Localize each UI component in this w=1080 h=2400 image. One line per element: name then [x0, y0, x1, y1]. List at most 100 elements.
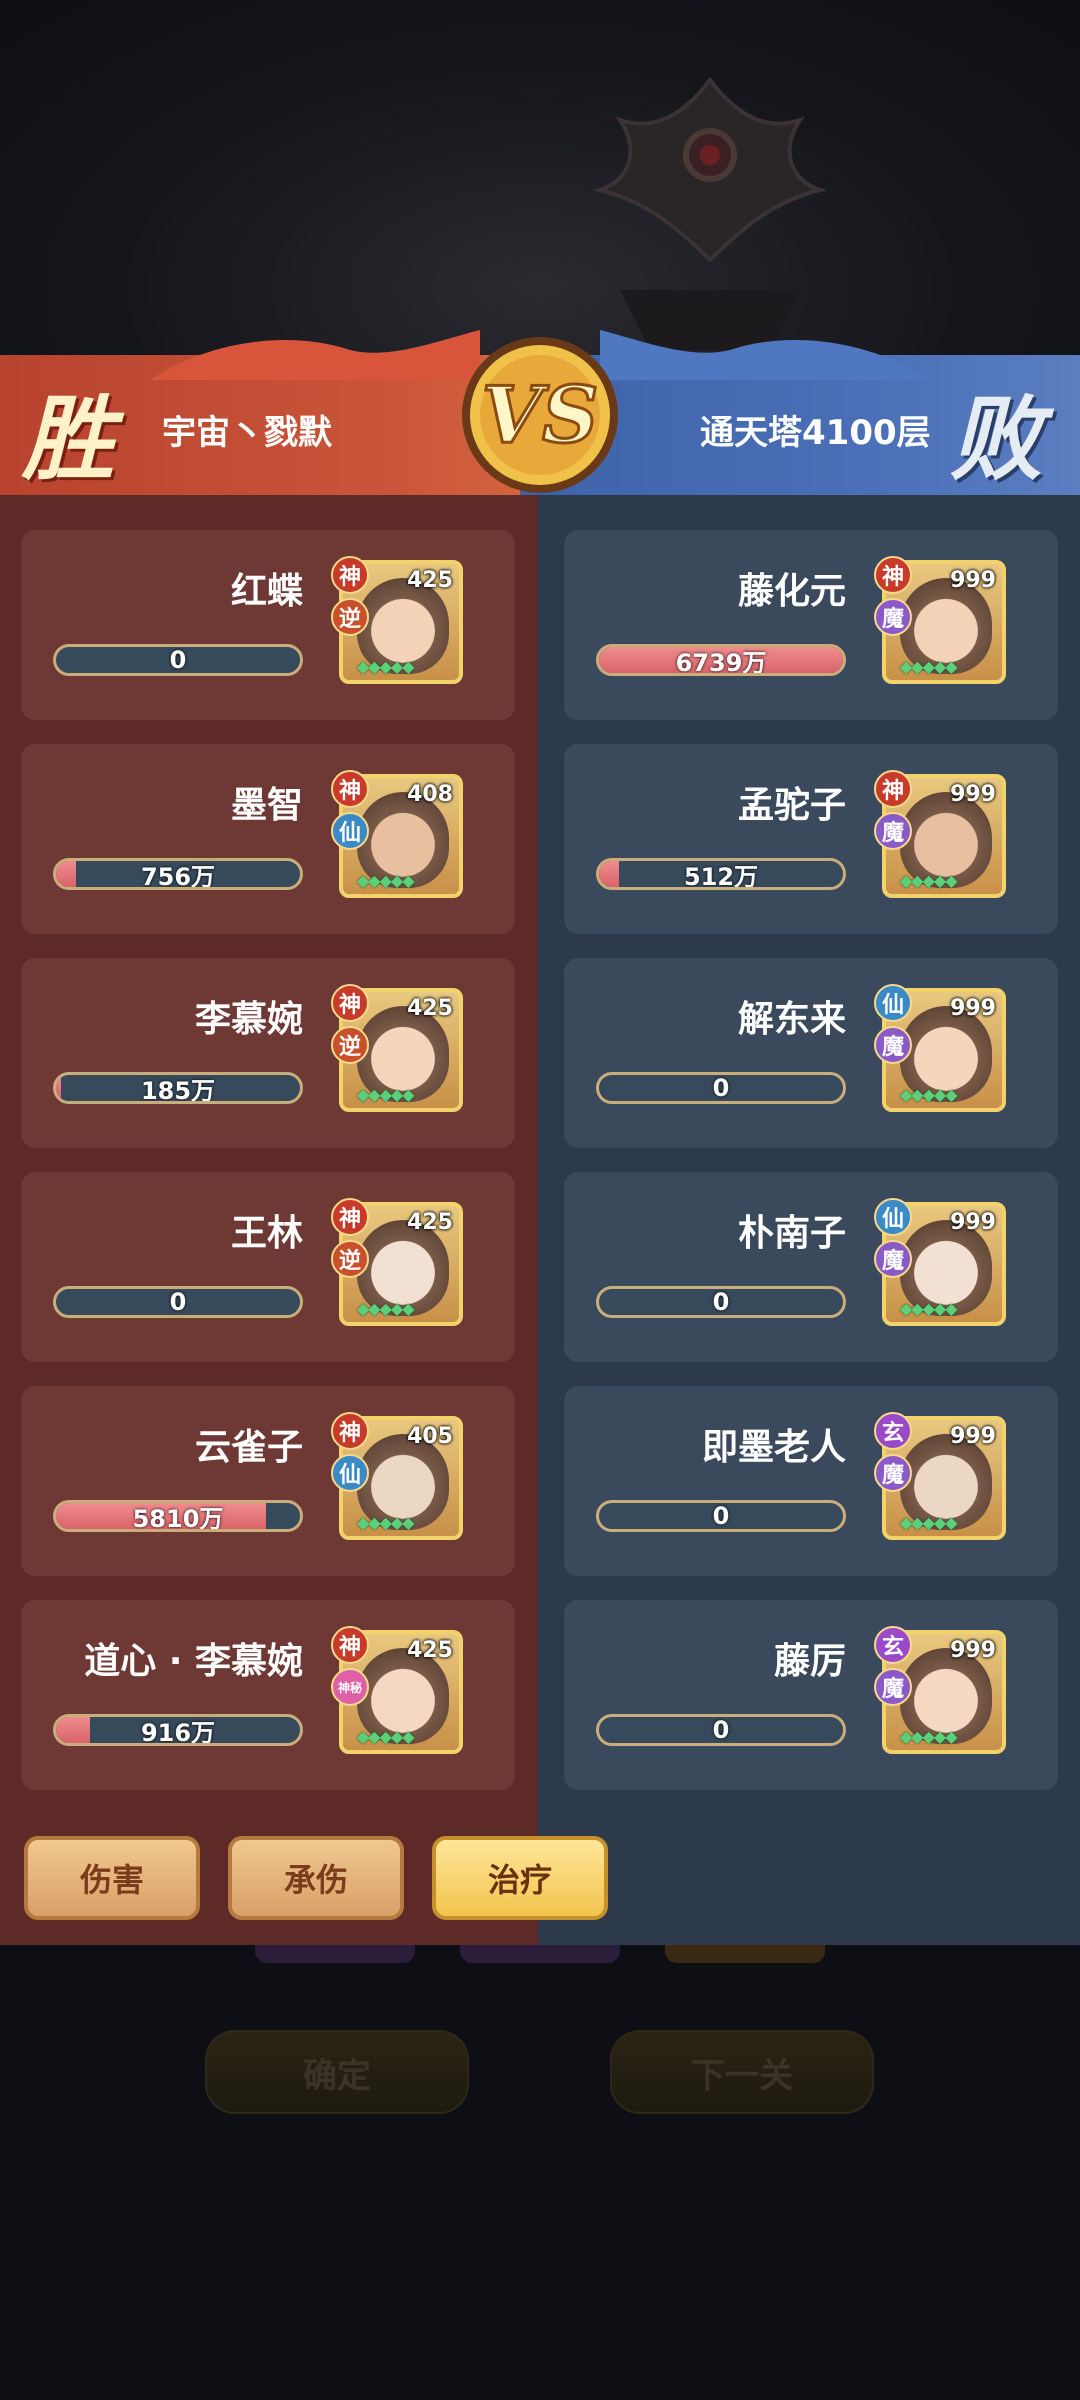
hero-level: 999 — [950, 996, 996, 1021]
hero-portrait[interactable]: 425 神神秘 ◆◆◆◆◆ — [331, 1626, 463, 1754]
stat-bar: 185万 — [53, 1072, 303, 1104]
hero-portrait[interactable]: 425 神逆 ◆◆◆◆◆ — [331, 1198, 463, 1326]
tab-damage[interactable]: 伤害 — [24, 1836, 200, 1920]
star-rating-icon: ◆◆◆◆◆ — [357, 1085, 415, 1104]
red-flame-decoration — [150, 330, 480, 380]
hero-name: 红蝶 — [230, 571, 303, 612]
hero-portrait[interactable]: 999 玄魔 ◆◆◆◆◆ — [874, 1412, 1006, 1540]
hero-portrait[interactable]: 425 神逆 ◆◆◆◆◆ — [331, 984, 463, 1112]
hero-level: 999 — [950, 1638, 996, 1663]
rank-badge-icon: 仙 — [874, 984, 912, 1022]
rank-badge-icon: 神 — [331, 556, 369, 594]
winner-hero-card[interactable]: 墨智 756万 408 神仙 ◆◆◆◆◆ — [21, 744, 515, 934]
loser-hero-card[interactable]: 朴南子 0 999 仙魔 ◆◆◆◆◆ — [564, 1172, 1058, 1362]
tab-damage-taken[interactable]: 承伤 — [228, 1836, 404, 1920]
hero-portrait[interactable]: 408 神仙 ◆◆◆◆◆ — [331, 770, 463, 898]
stat-bar: 512万 — [596, 858, 846, 890]
stat-bar: 5810万 — [53, 1500, 303, 1532]
stat-value: 185万 — [140, 1076, 216, 1104]
winner-hero-card[interactable]: 李慕婉 185万 425 神逆 ◆◆◆◆◆ — [21, 958, 515, 1148]
hero-level: 425 — [407, 1210, 453, 1235]
hero-level: 999 — [950, 1210, 996, 1235]
faction-badge-icon: 魔 — [874, 598, 912, 636]
stat-bar: 0 — [596, 1714, 846, 1746]
stat-value: 6739万 — [675, 648, 767, 676]
hidden-tab — [460, 1945, 620, 1963]
stat-bar: 0 — [596, 1286, 846, 1318]
rank-badge-icon: 神 — [331, 1412, 369, 1450]
hero-level: 425 — [407, 568, 453, 593]
stat-value: 0 — [712, 1716, 730, 1744]
loser-hero-card[interactable]: 孟驼子 512万 999 神魔 ◆◆◆◆◆ — [564, 744, 1058, 934]
star-rating-icon: ◆◆◆◆◆ — [900, 1727, 958, 1746]
faction-badge-icon: 仙 — [331, 1454, 369, 1492]
stat-value: 0 — [712, 1074, 730, 1102]
faction-badge-icon: 仙 — [331, 812, 369, 850]
rank-badge-icon: 仙 — [874, 1198, 912, 1236]
rank-badge-icon: 神 — [331, 1198, 369, 1236]
hero-level: 408 — [407, 782, 453, 807]
winner-hero-card[interactable]: 红蝶 0 425 神逆 ◆◆◆◆◆ — [21, 530, 515, 720]
hero-name: 朴南子 — [737, 1213, 846, 1254]
battle-background — [0, 0, 1080, 360]
faction-badge-icon: 魔 — [874, 1026, 912, 1064]
loser-hero-card[interactable]: 藤厉 0 999 玄魔 ◆◆◆◆◆ — [564, 1600, 1058, 1790]
rank-badge-icon: 神 — [874, 556, 912, 594]
rank-badge-icon: 玄 — [874, 1626, 912, 1664]
hero-portrait[interactable]: 999 仙魔 ◆◆◆◆◆ — [874, 984, 1006, 1112]
hero-portrait[interactable]: 999 仙魔 ◆◆◆◆◆ — [874, 1198, 1006, 1326]
faction-badge-icon: 魔 — [874, 1668, 912, 1706]
hero-portrait[interactable]: 425 神逆 ◆◆◆◆◆ — [331, 556, 463, 684]
loser-hero-card[interactable]: 解东来 0 999 仙魔 ◆◆◆◆◆ — [564, 958, 1058, 1148]
boss-emblem-icon — [592, 76, 828, 350]
star-rating-icon: ◆◆◆◆◆ — [357, 657, 415, 676]
stat-value: 512万 — [683, 862, 759, 890]
hero-level: 425 — [407, 996, 453, 1021]
star-rating-icon: ◆◆◆◆◆ — [900, 1513, 958, 1532]
winner-hero-card[interactable]: 云雀子 5810万 405 神仙 ◆◆◆◆◆ — [21, 1386, 515, 1576]
stat-bar: 0 — [596, 1072, 846, 1104]
defeat-label: 败 — [950, 385, 1043, 493]
faction-badge-icon: 逆 — [331, 1026, 369, 1064]
hero-level: 999 — [950, 568, 996, 593]
hero-portrait[interactable]: 999 神魔 ◆◆◆◆◆ — [874, 770, 1006, 898]
left-team-name: 宇宙丶戮默 — [162, 413, 332, 453]
hero-name: 李慕婉 — [194, 999, 303, 1040]
loser-hero-card[interactable]: 即墨老人 0 999 玄魔 ◆◆◆◆◆ — [564, 1386, 1058, 1576]
hero-name: 道心 · 李慕婉 — [84, 1641, 303, 1682]
stat-value: 0 — [169, 646, 187, 674]
stat-value: 756万 — [140, 862, 216, 890]
hero-portrait[interactable]: 999 神魔 ◆◆◆◆◆ — [874, 556, 1006, 684]
stat-bar: 916万 — [53, 1714, 303, 1746]
rank-badge-icon: 玄 — [874, 1412, 912, 1450]
hero-name: 孟驼子 — [737, 785, 846, 826]
blue-flame-decoration — [600, 330, 930, 380]
vs-text: VS — [482, 370, 599, 461]
star-rating-icon: ◆◆◆◆◆ — [900, 871, 958, 890]
hero-level: 425 — [407, 1638, 453, 1663]
stat-bar: 6739万 — [596, 644, 846, 676]
loser-hero-card[interactable]: 藤化元 6739万 999 神魔 ◆◆◆◆◆ — [564, 530, 1058, 720]
star-rating-icon: ◆◆◆◆◆ — [357, 1299, 415, 1318]
hidden-tab — [255, 1945, 415, 1963]
confirm-button: 确定 — [205, 2030, 469, 2114]
winner-hero-card[interactable]: 道心 · 李慕婉 916万 425 神神秘 ◆◆◆◆◆ — [21, 1600, 515, 1790]
faction-badge-icon: 魔 — [874, 1240, 912, 1278]
tab-healing[interactable]: 治疗 — [432, 1836, 608, 1920]
right-team-name: 通天塔4100层 — [700, 413, 931, 453]
stat-bar: 0 — [53, 1286, 303, 1318]
faction-badge-icon: 逆 — [331, 1240, 369, 1278]
hero-portrait[interactable]: 999 玄魔 ◆◆◆◆◆ — [874, 1626, 1006, 1754]
rank-badge-icon: 神 — [331, 984, 369, 1022]
star-rating-icon: ◆◆◆◆◆ — [357, 1513, 415, 1532]
winner-hero-card[interactable]: 王林 0 425 神逆 ◆◆◆◆◆ — [21, 1172, 515, 1362]
faction-badge-icon: 神秘 — [331, 1668, 369, 1706]
hero-name: 云雀子 — [194, 1427, 303, 1468]
faction-badge-icon: 魔 — [874, 1454, 912, 1492]
rank-badge-icon: 神 — [874, 770, 912, 808]
stat-value: 5810万 — [132, 1504, 224, 1532]
star-rating-icon: ◆◆◆◆◆ — [900, 657, 958, 676]
hero-portrait[interactable]: 405 神仙 ◆◆◆◆◆ — [331, 1412, 463, 1540]
hero-level: 999 — [950, 782, 996, 807]
star-rating-icon: ◆◆◆◆◆ — [900, 1085, 958, 1104]
